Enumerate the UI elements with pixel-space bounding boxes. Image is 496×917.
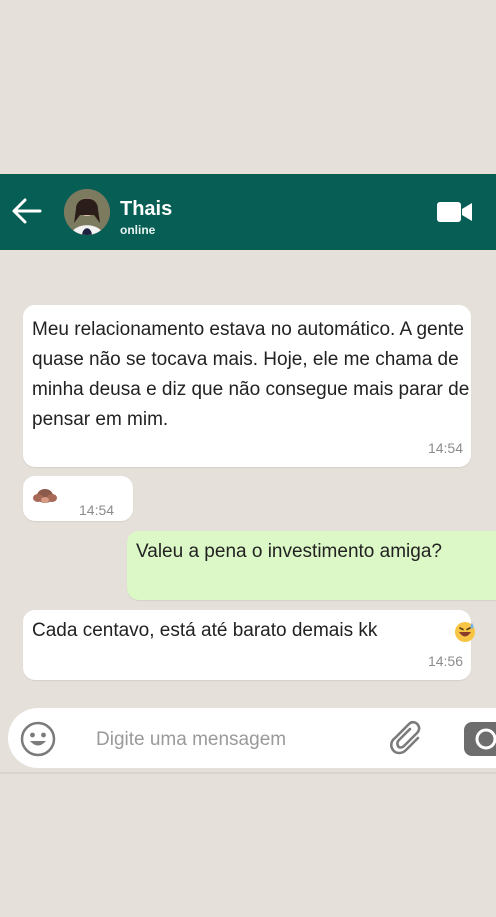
avatar-photo	[64, 189, 110, 235]
paperclip-icon[interactable]	[388, 718, 428, 758]
message-composer	[8, 708, 496, 768]
smiley-icon[interactable]	[20, 721, 56, 757]
camera-lens-icon	[475, 728, 496, 750]
contact-avatar[interactable]	[64, 189, 110, 235]
message-text: Meu relacionamento estava no automático.…	[32, 319, 470, 430]
grinning-sweat-face-icon	[455, 622, 475, 642]
contact-name[interactable]: Thais	[120, 198, 172, 221]
message-bubble-incoming[interactable]: Meu relacionamento estava no automático.…	[23, 305, 471, 467]
message-time: 14:54	[427, 440, 463, 456]
contact-status: online	[120, 223, 156, 237]
message-text: Cada centavo, está até barato demais kk	[32, 620, 378, 641]
video-call-icon[interactable]	[437, 201, 473, 223]
message-input[interactable]	[94, 722, 378, 758]
message-time: 14:54	[79, 502, 115, 518]
divider	[0, 772, 496, 774]
message-time: 14:56	[427, 653, 463, 669]
message-bubble-incoming[interactable]: Cada centavo, está até barato demais kk …	[23, 610, 475, 680]
message-bubble-incoming[interactable]: 14:54	[23, 476, 133, 521]
camera-icon[interactable]	[464, 722, 496, 756]
message-text: Valeu a pena o investimento amiga?	[136, 541, 442, 562]
back-arrow-icon[interactable]	[10, 196, 44, 226]
message-bubble-outgoing[interactable]: Valeu a pena o investimento amiga?	[127, 531, 496, 600]
see-no-evil-monkey-icon	[33, 489, 57, 503]
